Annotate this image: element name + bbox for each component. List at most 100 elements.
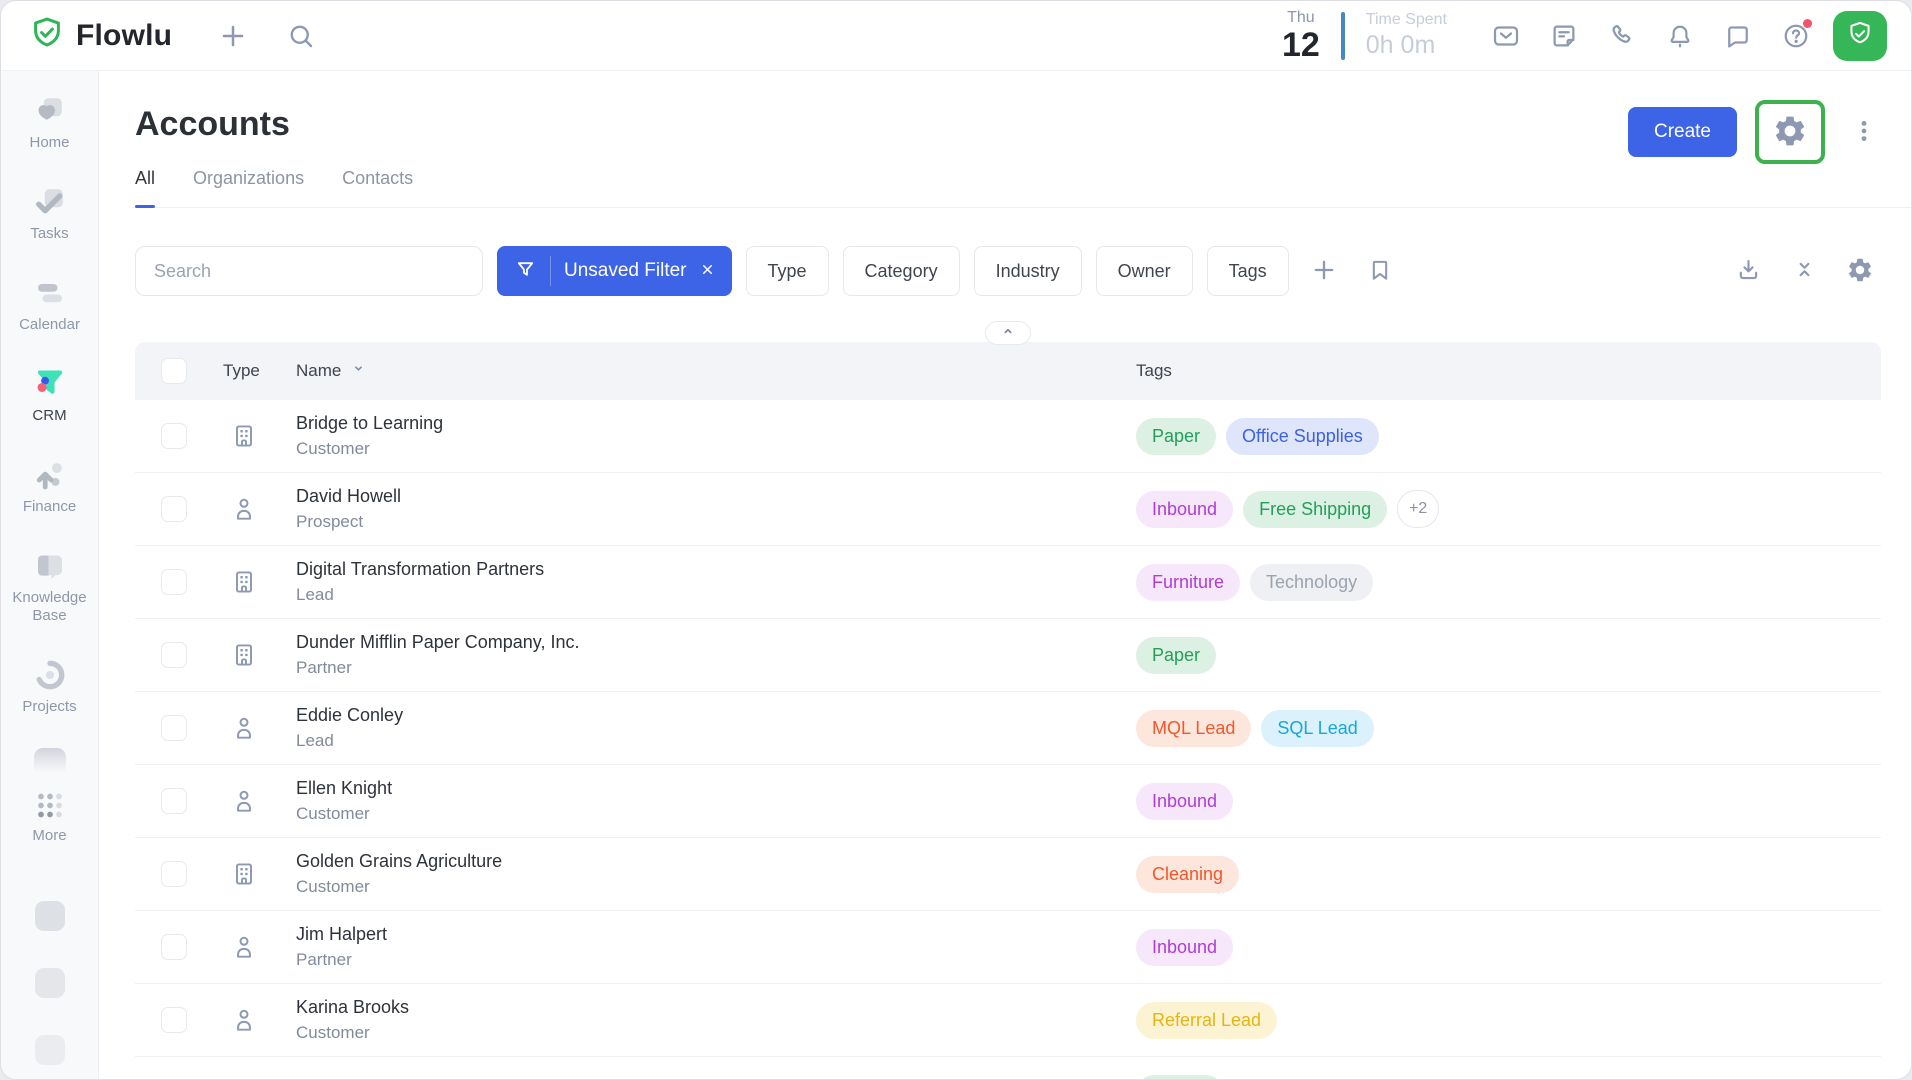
sort-chevron-down-icon[interactable] — [350, 360, 367, 382]
row-checkbox[interactable] — [161, 642, 187, 668]
more-tags-badge[interactable]: +2 — [1397, 490, 1439, 528]
sidebar-item-calendar[interactable]: Calendar — [19, 275, 80, 334]
faded-app-icon — [35, 968, 65, 998]
filter-chip-category[interactable]: Category — [843, 246, 960, 296]
crm-icon — [32, 366, 68, 402]
main-content: Accounts AllOrganizationsContacts Create — [99, 71, 1911, 1080]
table-row[interactable]: Golden Grains AgricultureCustomerCleanin… — [135, 838, 1881, 911]
account-category: Prospect — [296, 512, 1136, 532]
person-icon — [230, 714, 258, 742]
sidebar-item-knowledge-base[interactable]: Knowledge Base — [4, 548, 96, 625]
export-button[interactable] — [1727, 250, 1769, 292]
notes-button[interactable] — [1541, 13, 1587, 59]
table-row[interactable]: Dunder Mifflin Paper Company, Inc.Partne… — [135, 619, 1881, 692]
notifications-button[interactable] — [1657, 13, 1703, 59]
collapse-filters-pill[interactable] — [985, 321, 1031, 345]
chat-icon — [1723, 21, 1753, 51]
person-icon — [230, 495, 258, 523]
tab-contacts[interactable]: Contacts — [342, 168, 413, 207]
tag-pill: Inbound — [1136, 929, 1233, 966]
table-row[interactable]: Eddie ConleyLeadMQL LeadSQL Lead — [135, 692, 1881, 765]
tag-pill: SQL Lead — [1261, 710, 1373, 747]
account-name: Ellen Knight — [296, 778, 1136, 800]
time-tracker[interactable]: Time Spent 0h 0m — [1366, 11, 1447, 59]
add-filter-button[interactable] — [1303, 250, 1345, 292]
row-checkbox[interactable] — [161, 1007, 187, 1033]
row-checkbox[interactable] — [161, 934, 187, 960]
sidebar-item-projects[interactable]: Projects — [22, 657, 76, 716]
kebab-icon — [1851, 118, 1877, 147]
table-body: Bridge to LearningCustomerPaperOffice Su… — [135, 400, 1881, 1080]
filter-chip-tags[interactable]: Tags — [1207, 246, 1289, 296]
top-bar-right: Thu 12 Time Spent 0h 0m — [1282, 10, 1887, 62]
search-input[interactable] — [135, 246, 483, 296]
row-checkbox[interactable] — [161, 861, 187, 887]
select-all-checkbox[interactable] — [161, 358, 187, 384]
clear-filter-icon[interactable] — [700, 262, 715, 280]
download-icon — [1735, 256, 1762, 286]
flowlu-brand[interactable]: Flowlu — [29, 15, 172, 56]
table-row[interactable]: Landmark Developments — [135, 1057, 1881, 1080]
more-options-button[interactable] — [1847, 110, 1881, 154]
notification-dot — [1803, 19, 1812, 28]
create-button[interactable]: Create — [1628, 107, 1737, 157]
active-filter-button[interactable]: Unsaved Filter — [497, 246, 732, 296]
table-row[interactable]: Karina BrooksCustomerReferral Lead — [135, 984, 1881, 1057]
collapse-icon — [1792, 257, 1817, 285]
row-checkbox[interactable] — [161, 423, 187, 449]
knowledge-base-icon — [32, 548, 68, 584]
tag-pill: Free Shipping — [1243, 491, 1387, 528]
tab-all[interactable]: All — [135, 168, 155, 207]
filter-funnel-icon — [514, 258, 537, 284]
help-button[interactable] — [1773, 13, 1819, 59]
collapse-rows-button[interactable] — [1783, 250, 1825, 292]
row-checkbox[interactable] — [161, 569, 187, 595]
home-icon — [31, 93, 67, 129]
row-checkbox[interactable] — [161, 496, 187, 522]
filter-chip-owner[interactable]: Owner — [1096, 246, 1193, 296]
calendar-date[interactable]: Thu 12 — [1282, 10, 1320, 62]
table-header: Type Name Tags — [135, 342, 1881, 400]
row-checkbox[interactable] — [161, 715, 187, 741]
account-category: Customer — [296, 439, 1136, 459]
sidebar-item-finance[interactable]: Finance — [23, 457, 76, 516]
table-row[interactable]: Ellen KnightCustomerInbound — [135, 765, 1881, 838]
column-header-type[interactable]: Type — [223, 361, 296, 381]
filter-chip-industry[interactable]: Industry — [974, 246, 1082, 296]
notifications-icon — [1665, 21, 1695, 51]
sidebar-item-tasks[interactable]: Tasks — [30, 184, 68, 243]
quick-add-button[interactable] — [212, 15, 254, 57]
active-filter-label: Unsaved Filter — [564, 260, 687, 282]
table-row[interactable]: Digital Transformation PartnersLeadFurni… — [135, 546, 1881, 619]
table-row[interactable]: Jim HalpertPartnerInbound — [135, 911, 1881, 984]
sidebar-item-label: Tasks — [30, 225, 68, 243]
global-search-button[interactable] — [280, 15, 322, 57]
organization-icon — [230, 860, 258, 888]
column-header-tags[interactable]: Tags — [1136, 361, 1881, 381]
date-number: 12 — [1282, 28, 1320, 62]
page-settings-button[interactable] — [1768, 110, 1812, 154]
faded-app-icon — [35, 901, 65, 931]
header-actions: Create — [1628, 100, 1881, 164]
search-icon — [286, 21, 316, 51]
mail-button[interactable] — [1483, 13, 1529, 59]
chat-button[interactable] — [1715, 13, 1761, 59]
table-row[interactable]: Bridge to LearningCustomerPaperOffice Su… — [135, 400, 1881, 473]
calls-button[interactable] — [1599, 13, 1645, 59]
shield-check-icon — [1845, 19, 1875, 52]
account-category: Customer — [296, 804, 1136, 824]
row-checkbox[interactable] — [161, 788, 187, 814]
filter-toolbar: Unsaved Filter Type Category Industry Owner… — [135, 246, 1881, 296]
accounts-table: Type Name Tags Bridge to LearningCustome… — [135, 342, 1881, 1080]
sidebar-item-crm[interactable]: CRM — [32, 366, 68, 425]
workspace-shield-button[interactable] — [1833, 11, 1887, 61]
account-name: Jim Halpert — [296, 924, 1136, 946]
sidebar-item-home[interactable]: Home — [29, 93, 69, 152]
column-header-name[interactable]: Name — [296, 361, 341, 381]
filter-chip-type[interactable]: Type — [746, 246, 829, 296]
table-row[interactable]: David HowellProspectInboundFree Shipping… — [135, 473, 1881, 546]
tab-organizations[interactable]: Organizations — [193, 168, 304, 207]
sidebar-item-more[interactable]: More — [32, 786, 68, 845]
list-settings-button[interactable] — [1839, 250, 1881, 292]
save-filter-button[interactable] — [1359, 250, 1401, 292]
